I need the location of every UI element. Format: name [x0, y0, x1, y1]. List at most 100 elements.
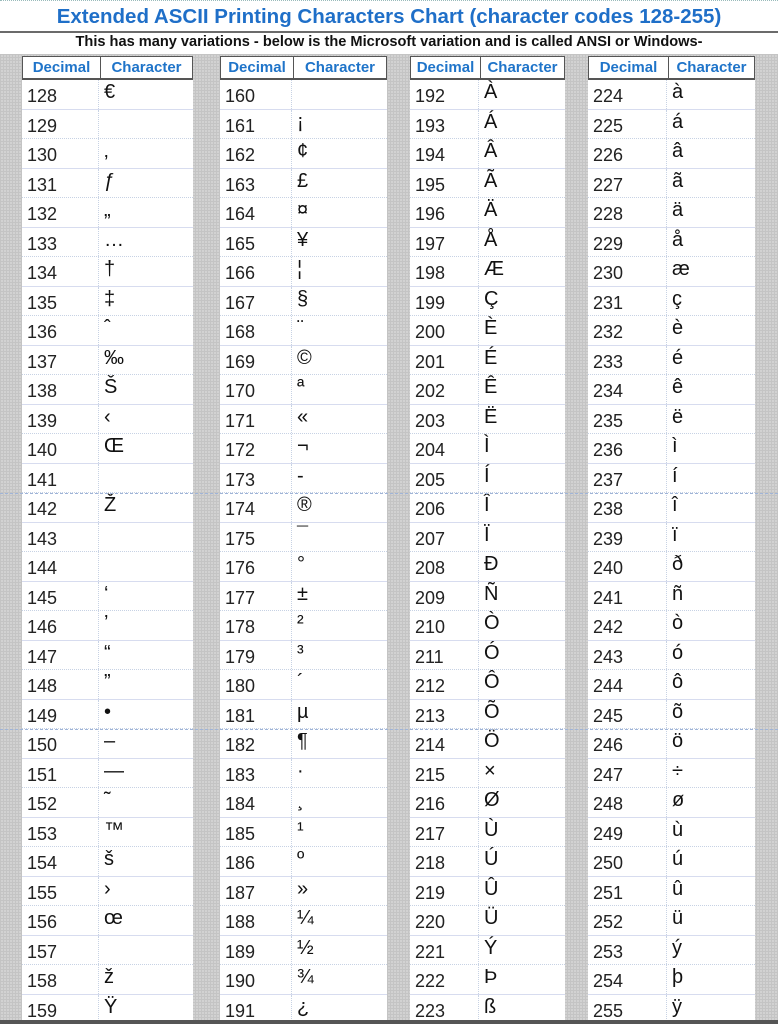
table-row: 165 ¥	[220, 227, 387, 257]
table-row: 198 Æ	[410, 257, 565, 287]
character-glyph: ®	[297, 494, 312, 516]
decimal-code: 212	[410, 670, 479, 699]
character-glyph: Î	[484, 494, 490, 516]
table-row: 243 ó	[588, 640, 755, 670]
character-glyph: “	[104, 641, 111, 664]
character-glyph: ý	[672, 936, 682, 959]
character-glyph: ƒ	[104, 169, 116, 192]
decimal-code: 207	[410, 522, 479, 551]
table-row: 178 ²	[220, 611, 387, 641]
table-row: 146’	[22, 611, 193, 641]
decimal-code: 186	[220, 847, 292, 876]
table-row: 202 Ê	[410, 375, 565, 405]
table-row: 166 ¦	[220, 257, 387, 287]
table-row: 143	[22, 522, 193, 552]
character-glyph: Ä	[484, 199, 498, 221]
character-glyph: Ù	[484, 818, 499, 841]
decimal-code: 171	[220, 404, 292, 433]
decimal-code: 149	[22, 699, 99, 728]
decimal-code: 154	[22, 847, 99, 876]
table-row: 155 ›	[22, 876, 193, 906]
decimal-code: 132	[22, 198, 99, 227]
table-row: 240 ð	[588, 552, 755, 582]
decimal-code: 135	[22, 286, 99, 315]
character-glyph: É	[484, 346, 498, 369]
character-glyph: Û	[484, 877, 499, 900]
character-glyph: Ã	[484, 169, 498, 192]
character-glyph: ’	[104, 612, 109, 634]
decimal-code: 146	[22, 611, 99, 640]
table-row: 167 §	[220, 286, 387, 316]
table-row: 205 Í	[410, 463, 565, 493]
table-row: 228 ä	[588, 198, 755, 228]
table-row: 254 þ	[588, 965, 755, 995]
decimal-code: 187	[220, 876, 292, 905]
table-row: 132 „	[22, 198, 193, 228]
character-glyph: È	[484, 317, 498, 339]
decimal-code: 199	[410, 286, 479, 315]
decimal-code: 167	[220, 286, 292, 315]
decimal-code: 211	[410, 640, 479, 669]
decimal-code: 195	[410, 168, 479, 197]
decimal-code: 222	[410, 965, 479, 994]
decimal-code: 221	[410, 935, 479, 964]
decimal-code: 148	[22, 670, 99, 699]
character-glyph: ¸	[297, 789, 304, 811]
decimal-code: 176	[220, 552, 292, 581]
decimal-code: 213	[410, 699, 479, 728]
character-glyph: å	[672, 228, 684, 251]
table-row: 139 ‹	[22, 404, 193, 434]
decimal-code: 189	[220, 935, 292, 964]
decimal-code: 158	[22, 965, 99, 994]
table-row: 253 ý	[588, 935, 755, 965]
decimal-code: 236	[588, 434, 667, 463]
table-row: 149 •	[22, 699, 193, 729]
table-row: 221 Ý	[410, 935, 565, 965]
table-row: 145 ‘	[22, 581, 193, 611]
table-row: 241 ñ	[588, 581, 755, 611]
table-row: 175 ¯	[220, 522, 387, 552]
character-glyph: ¶	[297, 730, 308, 752]
decimal-code: 226	[588, 139, 667, 168]
table-header: Decimal Character	[22, 56, 193, 80]
header-decimal: Decimal	[23, 57, 101, 78]
decimal-code: 194	[410, 139, 479, 168]
table-row: 214 Ö	[410, 729, 565, 759]
table-row: 136 ˆ	[22, 316, 193, 346]
decimal-code: 169	[220, 345, 292, 374]
decimal-code: 192	[410, 80, 479, 109]
character-glyph	[99, 936, 193, 965]
header-character: Character	[487, 59, 558, 76]
table-row: 250 ú	[588, 847, 755, 877]
decimal-code: 229	[588, 227, 667, 256]
character-glyph	[99, 523, 193, 552]
character-glyph: Ý	[484, 936, 498, 959]
table-row: 225 á	[588, 109, 755, 139]
table-row: 210 Ò	[410, 611, 565, 641]
character-glyph: Ÿ	[104, 995, 118, 1018]
table-row: 133…	[22, 227, 193, 257]
decimal-code: 168	[220, 316, 292, 345]
decimal-code: 197	[410, 227, 479, 256]
character-glyph: Þ	[484, 966, 498, 988]
character-glyph: ì	[672, 435, 678, 457]
table-row: 222 Þ	[410, 965, 565, 995]
character-glyph: ä	[672, 199, 684, 221]
table-row: 251 û	[588, 876, 755, 906]
character-glyph: »	[297, 877, 309, 900]
decimal-code: 129	[22, 109, 99, 138]
decimal-code: 251	[588, 876, 667, 905]
header-decimal: Decimal	[221, 57, 294, 78]
table-row: 141	[22, 463, 193, 493]
table-block-128-159: Decimal Character 128 €129 130 ‚ 131 ƒ 132 „ 133… 1…	[22, 56, 193, 1024]
decimal-code: 218	[410, 847, 479, 876]
decimal-code: 230	[588, 257, 667, 286]
table-row: 242 ò	[588, 611, 755, 641]
decimal-code: 180	[220, 670, 292, 699]
character-glyph	[99, 110, 193, 139]
character-glyph: ¼	[297, 907, 314, 929]
table-row: 147 “	[22, 640, 193, 670]
character-glyph: ø	[672, 789, 685, 811]
decimal-code: 161	[220, 109, 292, 138]
character-glyph: Ó	[484, 641, 500, 664]
